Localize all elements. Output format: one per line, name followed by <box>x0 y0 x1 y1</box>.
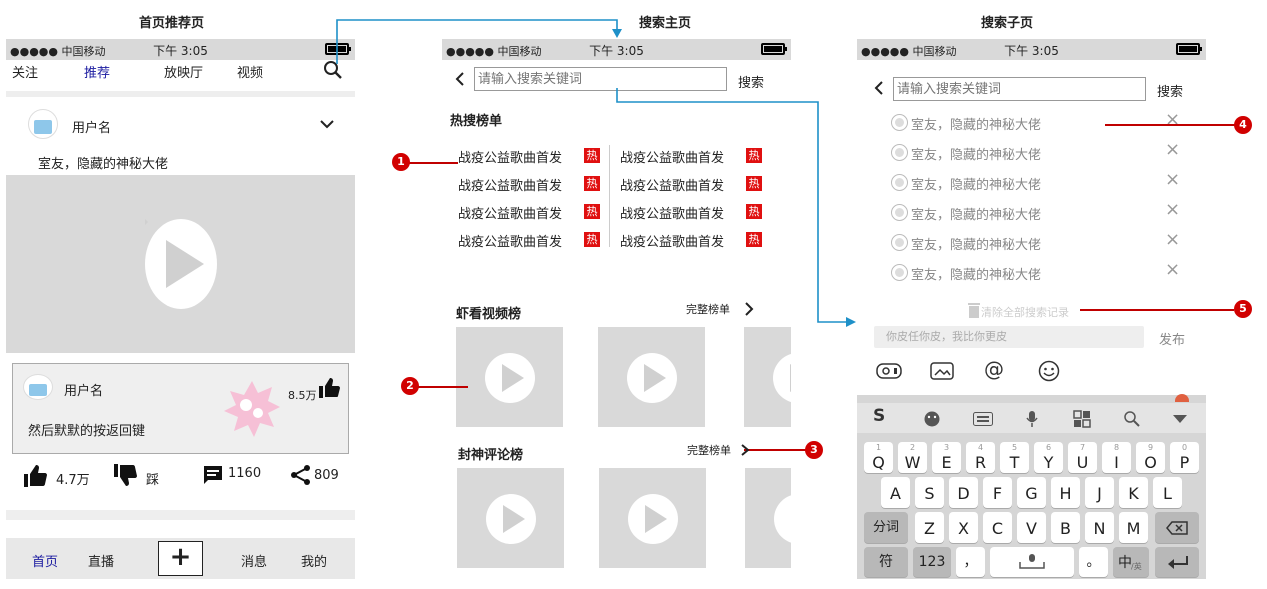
arrow-head <box>612 29 622 38</box>
chevron-right-icon <box>741 444 750 456</box>
flow-arrow-home-to-search <box>336 19 618 64</box>
annotation-badge-1: 1 <box>392 153 410 171</box>
annotation-line <box>408 162 458 164</box>
arrow-head <box>846 317 856 327</box>
annotation-line <box>744 449 806 451</box>
annotation-line <box>1105 124 1235 126</box>
flow-arrows <box>336 19 856 327</box>
annotation-line <box>1080 309 1234 311</box>
annotation-badge-2: 2 <box>401 377 419 395</box>
annotation-badge-4: 4 <box>1234 116 1252 134</box>
annotation-badge-5: 5 <box>1234 300 1252 318</box>
annotation-line <box>416 386 468 388</box>
flow-arrow-search-to-sub <box>616 88 846 323</box>
annotation-badge-3: 3 <box>805 441 823 459</box>
